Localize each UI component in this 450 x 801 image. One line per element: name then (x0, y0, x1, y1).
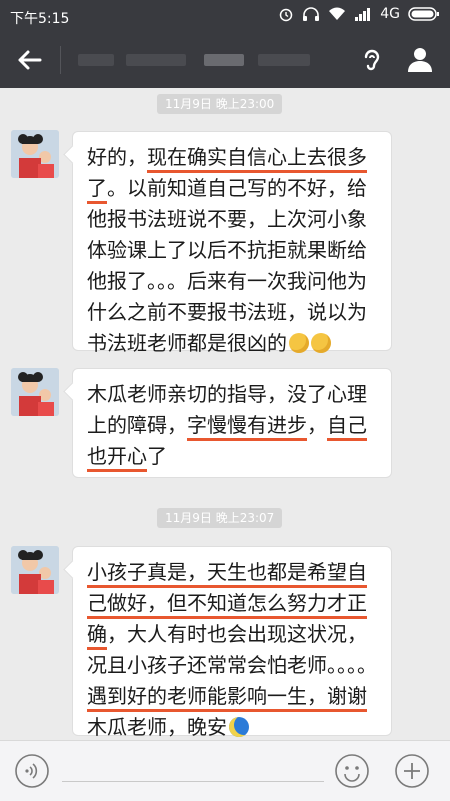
voice-input-button[interactable] (14, 753, 50, 789)
chat-header (0, 32, 450, 88)
message-input[interactable] (62, 781, 324, 782)
alarm-icon (279, 8, 293, 22)
message-text: 木瓜老师亲切的指导，没了心理上的障碍，字慢慢有进步，自己也开心了 (87, 379, 379, 472)
timestamp-chip: 11月9日 晚上23:07 (157, 508, 283, 528)
avatar-photo (11, 130, 59, 178)
message-bubble[interactable]: 木瓜老师亲切的指导，没了心理上的障碍，字慢慢有进步，自己也开心了 (72, 368, 392, 478)
message-text-segment: 好的， (87, 145, 147, 169)
earpiece-mode-button[interactable] (352, 40, 392, 80)
voice-icon (15, 754, 49, 788)
avatar[interactable] (11, 368, 59, 416)
underlined-text: 字慢慢有进步 (187, 413, 307, 441)
network-type: 4G (380, 6, 400, 22)
message-text: 好的，现在确实自信心上去很多了。以前知道自己写的不好，给他报书法班说不要，上次河… (87, 142, 379, 359)
message-text-segment: ，大人有时也会出现这状况，况且小孩子还常常会怕老师。。。。 (87, 622, 377, 677)
nav-divider (60, 46, 61, 74)
back-arrow-icon (18, 50, 42, 70)
message-text-segment: 了 (147, 444, 167, 468)
person-icon (408, 48, 432, 72)
timestamp-chip: 11月9日 晚上23:00 (157, 94, 283, 114)
redacted-block (204, 54, 244, 66)
thinking-emoji (311, 333, 331, 353)
signal-icon (355, 8, 371, 21)
ear-icon (364, 49, 380, 71)
emoji-button[interactable] (334, 753, 370, 789)
message-bubble[interactable]: 好的，现在确实自信心上去很多了。以前知道自己写的不好，给他报书法班说不要，上次河… (72, 131, 392, 355)
input-bar (0, 740, 450, 801)
avatar[interactable] (11, 130, 59, 178)
message-text-segment: ，晚安 (167, 715, 227, 739)
avatar-photo (11, 368, 59, 416)
chat-info-button[interactable] (400, 40, 440, 80)
more-actions-button[interactable] (394, 753, 430, 789)
status-time: 下午5:15 (10, 11, 70, 27)
message-text-segment: ， (307, 413, 327, 437)
battery-icon (408, 7, 439, 21)
wifi-icon (329, 7, 346, 20)
status-icons: 4G (278, 6, 440, 22)
thinking-emoji (289, 333, 309, 353)
avatar[interactable] (11, 546, 59, 594)
chat-area[interactable]: 11月9日 晚上23:00 好的，现在确实自信心上去很多了。以前知道自己写的不好… (0, 88, 450, 743)
avatar-photo (11, 546, 59, 594)
underlined-text: 遇到好的老师能影响一生，谢谢木瓜老师 (87, 684, 367, 743)
moon-emoji (229, 717, 249, 737)
redacted-block (258, 54, 310, 66)
chat-title-redacted (78, 48, 318, 72)
redacted-block (126, 54, 186, 66)
status-bar: 下午5:15 4G (0, 0, 450, 32)
emoji-face-icon (335, 754, 369, 788)
redacted-block (78, 54, 114, 66)
back-button[interactable] (10, 40, 50, 80)
headphones-icon (303, 7, 320, 21)
message-text: 小孩子真是，天生也都是希望自己做好，但不知道怎么努力才正确，大人有时也会出现这状… (87, 557, 379, 743)
message-bubble[interactable]: 小孩子真是，天生也都是希望自己做好，但不知道怎么努力才正确，大人有时也会出现这状… (72, 546, 392, 743)
message-text-segment: 。以前知道自己写的不好，给他报书法班说不要，上次河小象体验课上了以后不抗拒就果断… (87, 176, 367, 355)
plus-icon (395, 754, 429, 788)
